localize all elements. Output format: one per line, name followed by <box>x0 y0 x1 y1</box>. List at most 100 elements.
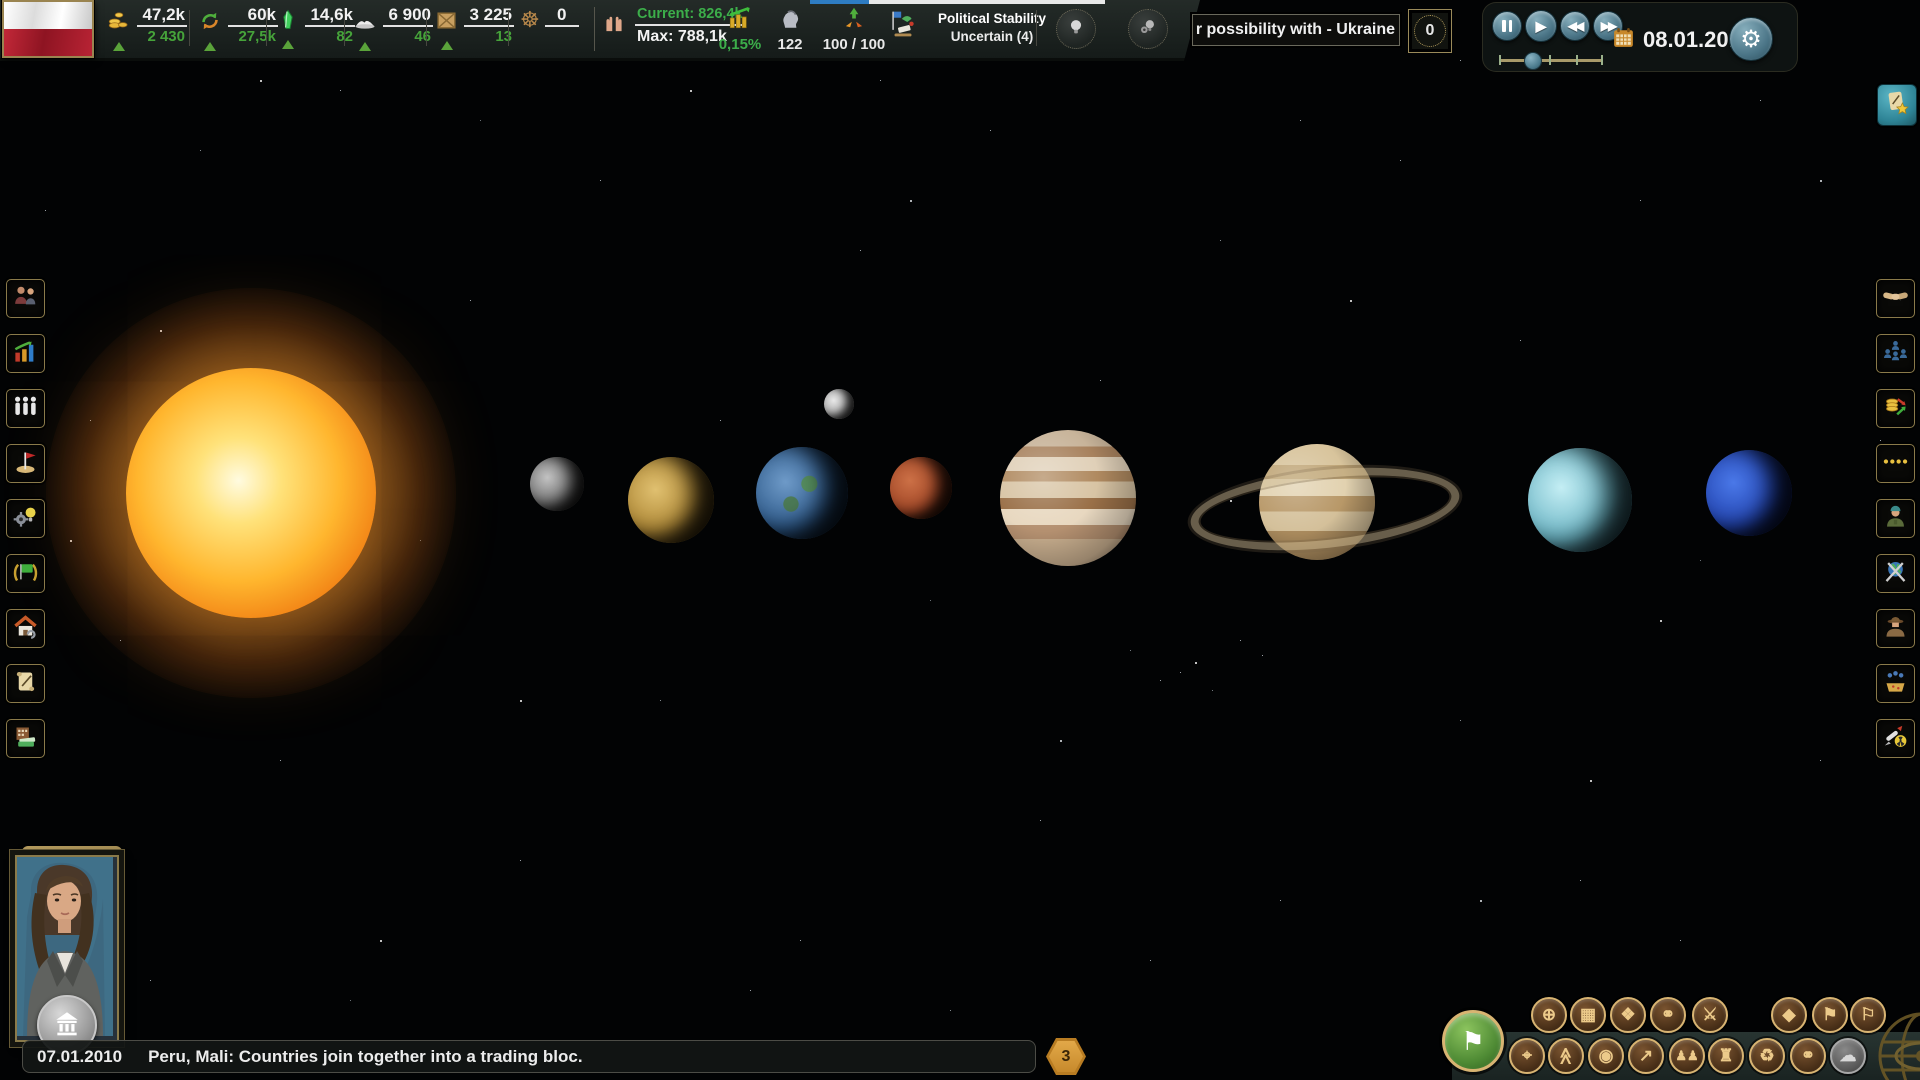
coins-trend-icon <box>1882 393 1909 425</box>
chart-arrow-icon: ↗ <box>1639 1046 1653 1066</box>
news-message: Peru, Mali: Countries join together into… <box>148 1047 582 1067</box>
sidebar-espionage-button[interactable] <box>1876 609 1915 648</box>
sidebar-nuclear-button[interactable] <box>1876 719 1915 758</box>
sidebar-diplomacy-button[interactable] <box>1876 279 1915 318</box>
weather-map-button[interactable]: ☁ <box>1830 1038 1866 1074</box>
indicator-research-points[interactable]: 122 <box>762 5 818 53</box>
hint-bulb-gear-button[interactable] <box>1128 9 1168 49</box>
play-icon: ▶ <box>1536 18 1547 35</box>
chip-icon: ▦ <box>1580 1005 1596 1025</box>
resource-raw-materials[interactable]: 6 900 46 <box>352 5 433 51</box>
ellipsis-dots-icon <box>1882 448 1909 480</box>
house-icon <box>12 613 39 645</box>
indicator-manpower[interactable]: 100 / 100 <box>818 5 890 53</box>
influence-map-button[interactable]: ◉ <box>1588 1038 1624 1074</box>
trend-up-icon <box>441 41 453 50</box>
political-stability-icon <box>888 8 918 47</box>
planet-earth <box>756 447 848 539</box>
objectives-button[interactable] <box>1877 84 1917 126</box>
settings-button[interactable]: ⚙ <box>1729 17 1773 61</box>
hint-bulb-button[interactable] <box>1056 9 1096 49</box>
sun <box>126 368 376 618</box>
powder-mound-icon <box>352 8 378 39</box>
handshake-icon <box>1882 283 1909 315</box>
sidebar-market-button[interactable] <box>1876 389 1915 428</box>
divider <box>189 10 190 46</box>
handshake-icon: ⚭ <box>1801 1046 1815 1066</box>
sidebar-assembly-button[interactable] <box>1876 664 1915 703</box>
handshake-icon: ⚭ <box>1661 1005 1675 1025</box>
population-icon <box>12 393 39 425</box>
planet-mars <box>890 457 952 519</box>
coins-icon <box>106 8 132 39</box>
planet-venus <box>628 457 714 543</box>
rewind-button[interactable]: ◀◀ <box>1560 11 1590 41</box>
sidebar-advisors-button[interactable] <box>6 279 45 318</box>
sidebar-war-button[interactable] <box>1876 554 1915 593</box>
resource-naval[interactable]: ☸ 0 <box>520 5 579 32</box>
slider-tick <box>1549 55 1551 65</box>
resource-change <box>545 27 579 29</box>
news-count-badge[interactable]: 3 <box>1046 1038 1086 1075</box>
mission-flag-icon <box>12 448 39 480</box>
puzzle-button[interactable]: ❖ <box>1610 997 1646 1033</box>
map-modes-button[interactable]: ⚑ <box>1442 1010 1504 1072</box>
sidebar-politics-button[interactable] <box>6 554 45 593</box>
sidebar-laws-button[interactable] <box>6 664 45 703</box>
claims-map-button[interactable]: ⚐ <box>1850 997 1886 1033</box>
sidebar-government-button[interactable] <box>1876 334 1915 373</box>
time-control-panel: ▶ ◀◀ ▶▶ 08.01.2010 ⚙ <box>1482 2 1798 72</box>
indicator-growth[interactable]: 0,15% <box>712 5 768 53</box>
divider <box>594 7 595 51</box>
top-progress-bar <box>810 0 1105 4</box>
resource-money[interactable]: 47,2k 2 430 <box>106 5 187 51</box>
crystal-icon <box>276 8 300 37</box>
sidebar-population-button[interactable] <box>6 389 45 428</box>
economy-map-button[interactable]: ↗ <box>1628 1038 1664 1074</box>
sidebar-construction-button[interactable] <box>6 609 45 648</box>
population-map-button[interactable]: ♟♟ <box>1669 1038 1705 1074</box>
resource-change: 13 <box>464 27 514 45</box>
slider-tick <box>1499 55 1501 65</box>
flag-white-stripe <box>4 2 92 29</box>
waving-flag-icon: ⚐ <box>1860 1005 1875 1025</box>
sidebar-army-button[interactable] <box>1876 499 1915 538</box>
relations-map-button[interactable]: ⚭ <box>1790 1038 1826 1074</box>
globe-button[interactable]: ⊕ <box>1531 997 1567 1033</box>
event-ticker[interactable]: r possibility with - Ukraine <box>1192 14 1400 46</box>
trend-up-icon <box>282 40 294 49</box>
political-stability[interactable]: Political Stability Uncertain (4) <box>888 8 1057 47</box>
sidebar-economy-button[interactable] <box>6 719 45 758</box>
divider <box>266 10 267 46</box>
counter-value: 0 <box>1414 15 1446 47</box>
diplomacy-map-button[interactable]: ⚭ <box>1650 997 1686 1033</box>
recycling-map-button[interactable]: ♻ <box>1749 1038 1785 1074</box>
technology-button[interactable]: ▦ <box>1570 997 1606 1033</box>
war-map-button[interactable]: ⚔ <box>1692 997 1728 1033</box>
trend-up-icon <box>204 42 216 51</box>
player-country-flag[interactable] <box>2 0 94 58</box>
sidebar-more-options-button[interactable] <box>1876 444 1915 483</box>
scroll-star-icon <box>1884 89 1910 122</box>
military-rank-map-button[interactable]: ≫ <box>1548 1038 1584 1074</box>
game-speed-slider[interactable] <box>1499 55 1603 65</box>
resources-map-button[interactable]: ◆ <box>1771 997 1807 1033</box>
alliances-map-button[interactable]: ⚑ <box>1812 997 1848 1033</box>
trend-up-icon <box>359 42 371 51</box>
terrain-map-button[interactable]: ⌖ <box>1509 1038 1545 1074</box>
planet-uranus <box>1528 448 1632 552</box>
sidebar-research-button[interactable] <box>6 499 45 538</box>
laurel-flag-icon <box>12 558 39 590</box>
slider-knob[interactable] <box>1524 52 1542 70</box>
resource-goods[interactable]: 3 225 13 <box>434 5 514 50</box>
sidebar-statistics-button[interactable] <box>6 334 45 373</box>
sidebar-missions-button[interactable] <box>6 444 45 483</box>
play-button[interactable]: ▶ <box>1525 10 1557 42</box>
notification-counter[interactable]: 0 <box>1408 9 1452 53</box>
government-map-button[interactable]: ♜ <box>1708 1038 1744 1074</box>
resource-value: 3 225 <box>464 5 514 27</box>
puzzle-icon: ❖ <box>1620 1005 1635 1025</box>
news-ticker-bar[interactable]: 07.01.2010 Peru, Mali: Countries join to… <box>22 1040 1036 1073</box>
resource-change: 82 <box>305 27 355 45</box>
pause-button[interactable] <box>1492 11 1522 41</box>
